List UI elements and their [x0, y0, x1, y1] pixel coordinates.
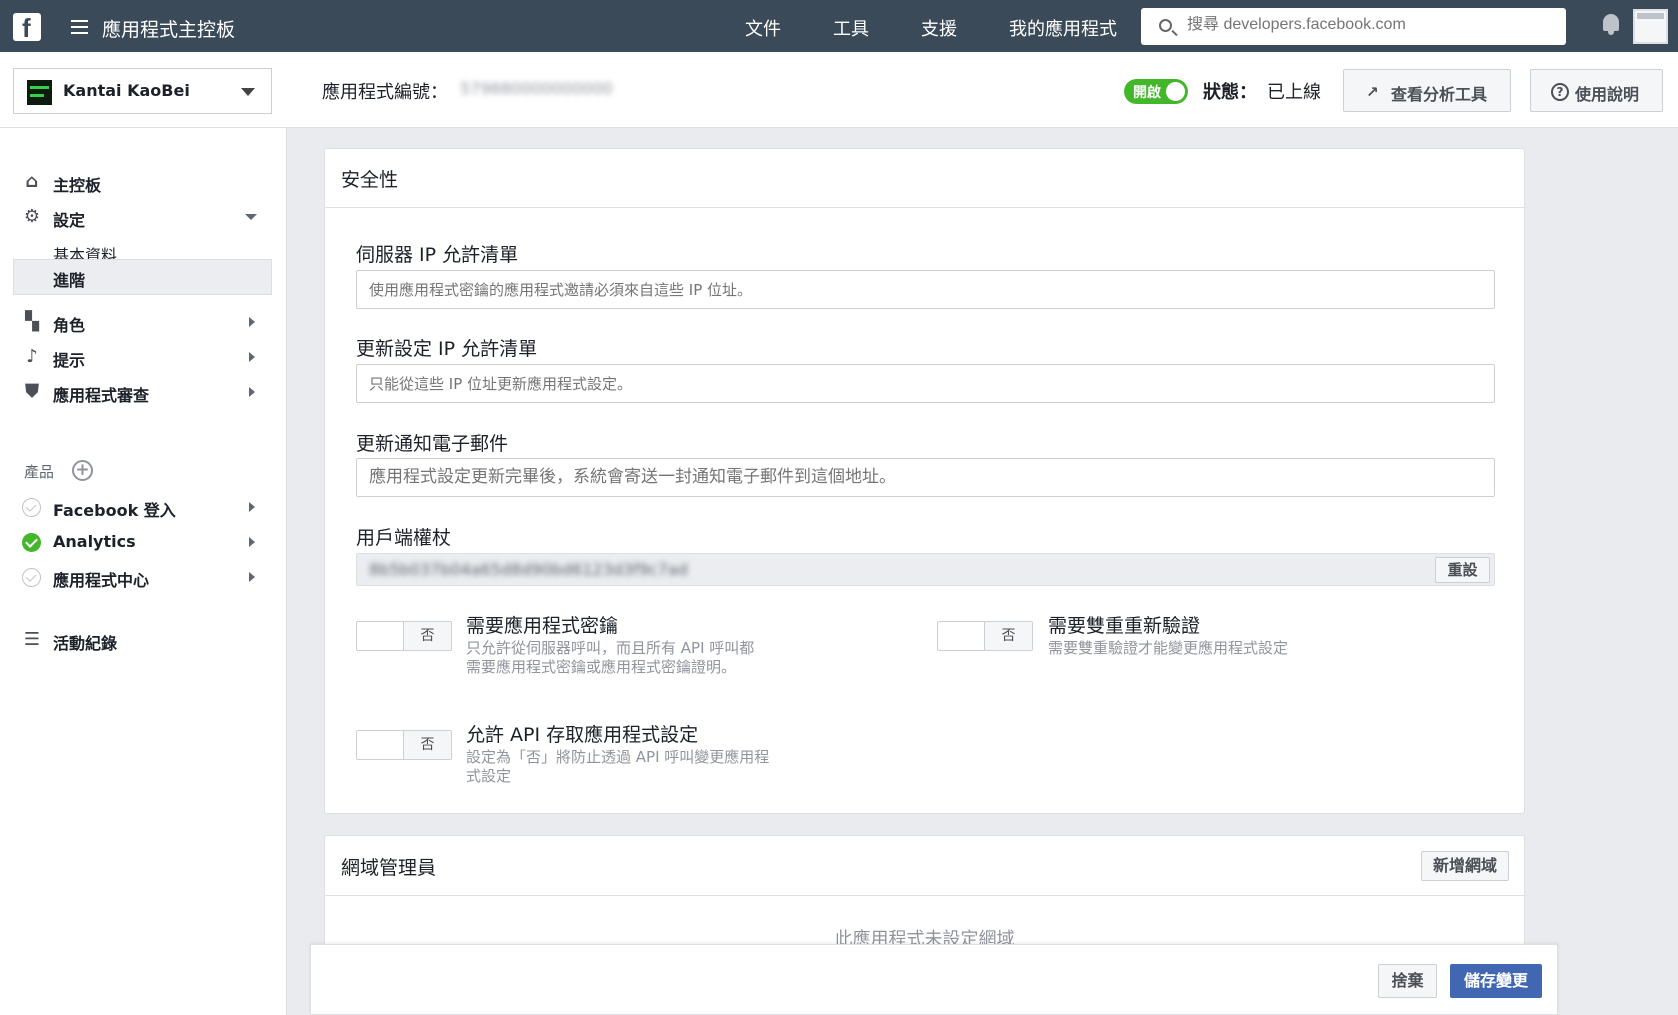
- active-check-icon: [22, 533, 41, 552]
- discard-button[interactable]: 捨棄: [1378, 964, 1437, 998]
- chevron-right-icon: [249, 387, 255, 397]
- chevron-down-icon: [241, 88, 255, 96]
- security-panel: 安全性 伺服器 IP 允許清單 更新設定 IP 允許清單 更新通知電子郵件 用戶…: [324, 148, 1525, 814]
- app-id-label: 應用程式編號：: [322, 82, 448, 103]
- sidebar-item-app-center[interactable]: 應用程式中心: [13, 559, 272, 595]
- search-icon: [1159, 19, 1172, 32]
- list-icon: ☰: [23, 629, 41, 650]
- facebook-logo-icon[interactable]: f: [13, 13, 41, 42]
- products-heading: 產品: [24, 463, 55, 481]
- top-navigation-bar: f 應用程式主控板 文件 工具 支援 我的應用程式: [0, 0, 1678, 52]
- view-analytics-button[interactable]: ↗ 查看分析工具: [1343, 69, 1511, 112]
- status-label: 狀態：: [1203, 82, 1257, 103]
- notify-email-label: 更新通知電子郵件: [356, 433, 509, 455]
- hamburger-menu-icon[interactable]: [71, 20, 88, 34]
- allow-api-settings-title: 允許 API 存取應用程式設定: [466, 724, 699, 746]
- app-selector-dropdown[interactable]: Kantai KaoBei: [13, 68, 272, 114]
- server-ip-label: 伺服器 IP 允許清單: [356, 244, 519, 266]
- sidebar: ⌂ 主控板 ⚙ 設定 基本資料 進階 ▚ 角色 ♪ 提示 ⛊ 應用程式審查 產品…: [0, 128, 287, 1015]
- require-app-secret-switch[interactable]: 否: [356, 621, 452, 651]
- trend-arrow-icon: ↗: [1366, 83, 1379, 101]
- nav-my-apps[interactable]: 我的應用程式: [1009, 15, 1117, 41]
- sidebar-item-settings[interactable]: ⚙ 設定: [13, 199, 272, 235]
- home-icon: ⌂: [25, 171, 39, 192]
- security-title: 安全性: [341, 169, 399, 191]
- chevron-right-icon: [249, 502, 255, 512]
- inactive-check-icon: [22, 498, 41, 517]
- allow-api-settings-switch[interactable]: 否: [356, 730, 452, 760]
- chevron-right-icon: [249, 317, 255, 327]
- add-product-plus-icon[interactable]: +: [72, 460, 93, 481]
- app-id-value: 579880000000000: [460, 79, 613, 98]
- sidebar-item-facebook-login[interactable]: Facebook 登入: [13, 489, 272, 525]
- add-domain-button[interactable]: 新增網域: [1421, 851, 1509, 881]
- chevron-right-icon: [249, 352, 255, 362]
- save-bar: 捨棄 儲存變更: [310, 944, 1558, 1015]
- chevron-right-icon: [249, 572, 255, 582]
- app-name: Kantai KaoBei: [63, 81, 190, 100]
- require-2fa-desc: 需要雙重驗證才能變更應用程式設定: [1048, 639, 1289, 657]
- allow-api-settings-desc: 設定為「否」將防止透過 API 呼叫變更應用程式設定: [466, 748, 770, 785]
- chevron-right-icon: [249, 537, 255, 547]
- nav-support[interactable]: 支援: [921, 15, 957, 41]
- app-header: Kantai KaoBei 應用程式編號： 579880000000000 開啟…: [0, 52, 1678, 128]
- gear-icon: ⚙: [23, 206, 41, 227]
- shield-icon: ⛊: [25, 381, 39, 402]
- save-changes-button[interactable]: 儲存變更: [1450, 964, 1542, 998]
- require-app-secret-desc: 只允許從伺服器呼叫，而且所有 API 呼叫都需要應用程式密鑰或應用程式密鑰證明。: [466, 639, 755, 676]
- update-ip-input[interactable]: [356, 364, 1495, 403]
- inactive-check-icon: [22, 568, 41, 587]
- require-2fa-title: 需要雙重重新驗證: [1048, 615, 1201, 637]
- help-button[interactable]: ? 使用說明: [1530, 69, 1663, 112]
- chevron-down-icon: [245, 214, 257, 220]
- update-ip-label: 更新設定 IP 允許清單: [356, 338, 538, 360]
- sidebar-item-dashboard[interactable]: ⌂ 主控板: [13, 164, 272, 200]
- search-box[interactable]: [1141, 8, 1566, 45]
- reset-token-button[interactable]: 重設: [1435, 557, 1490, 583]
- nav-tools[interactable]: 工具: [833, 15, 869, 41]
- client-token-label: 用戶端權杖: [356, 527, 452, 549]
- domain-manager-title: 網域管理員: [341, 857, 437, 879]
- require-2fa-switch[interactable]: 否: [937, 621, 1033, 651]
- sidebar-item-alerts[interactable]: ♪ 提示: [13, 339, 272, 375]
- notifications-bell-icon[interactable]: [1600, 12, 1622, 36]
- user-avatar[interactable]: [1633, 9, 1668, 44]
- status-value: 已上線: [1267, 82, 1321, 103]
- notify-email-input[interactable]: [356, 458, 1495, 497]
- sidebar-item-roles[interactable]: ▚ 角色: [13, 304, 272, 340]
- roles-icon: ▚: [25, 311, 39, 332]
- sidebar-item-advanced[interactable]: 進階: [13, 259, 272, 295]
- divider: [325, 207, 1524, 208]
- app-live-toggle[interactable]: 開啟: [1124, 79, 1188, 104]
- search-input[interactable]: [1187, 16, 1547, 34]
- question-icon: ?: [1551, 83, 1569, 101]
- app-icon: [27, 80, 52, 105]
- sidebar-item-analytics[interactable]: Analytics: [13, 524, 272, 560]
- bell-icon: ♪: [26, 346, 38, 367]
- nav-docs[interactable]: 文件: [745, 15, 781, 41]
- sidebar-item-activity-log[interactable]: ☰ 活動紀錄: [13, 622, 272, 658]
- divider: [325, 895, 1524, 896]
- sidebar-item-app-review[interactable]: ⛊ 應用程式審查: [13, 374, 272, 410]
- app-dashboard-title[interactable]: 應用程式主控板: [102, 15, 235, 42]
- client-token-value: 8b5b037b04a65d8d90bd6123d3f9c7ad: [369, 560, 688, 579]
- require-app-secret-title: 需要應用程式密鑰: [466, 615, 619, 637]
- client-token-field: 8b5b037b04a65d8d90bd6123d3f9c7ad 重設: [356, 553, 1495, 586]
- server-ip-input[interactable]: [356, 270, 1495, 309]
